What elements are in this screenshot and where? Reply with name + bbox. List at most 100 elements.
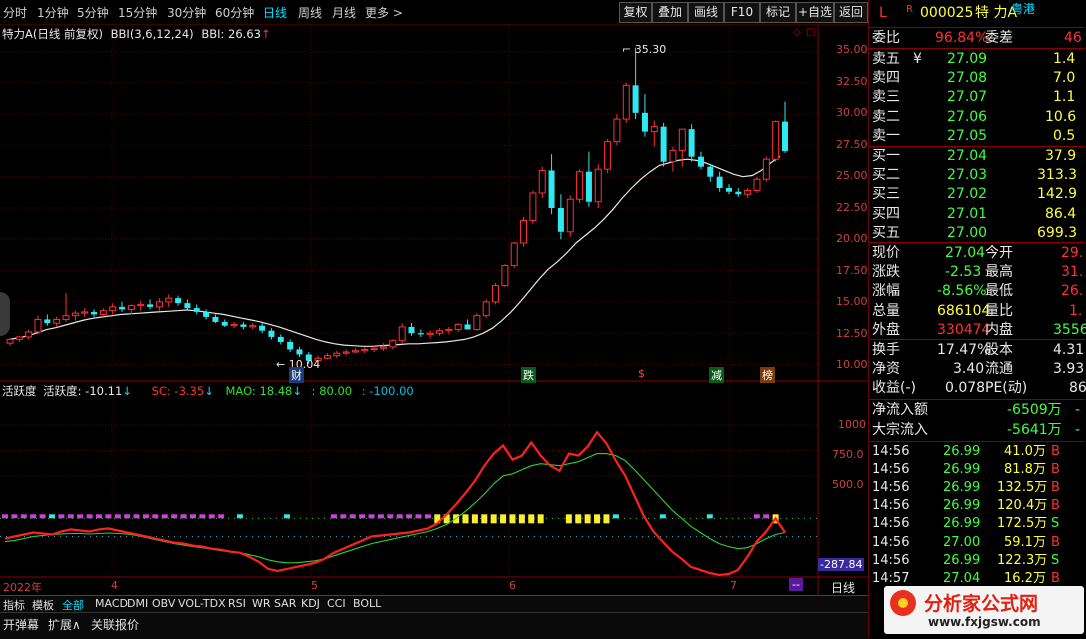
candle-body: [697, 156, 704, 167]
kline-chart[interactable]: [0, 25, 868, 595]
event-marker-dollar[interactable]: $: [638, 367, 645, 380]
sub-chart-title: 活跃度 活跃度: -10.11↓ SC: -3.35↓ MAO: 18.48↓ …: [2, 383, 414, 399]
price-tick: 15.00: [836, 295, 868, 308]
sc-value: SC: -3.35: [151, 384, 205, 398]
tab-cci[interactable]: CCI: [327, 597, 346, 610]
trade-volume: 59.1万: [1004, 534, 1046, 550]
trade-price: 26.99: [943, 480, 981, 496]
quote-value: 3556: [1053, 321, 1086, 338]
event-marker-list[interactable]: 榜: [760, 367, 775, 383]
candle-body: [99, 310, 107, 315]
chart-close-icon[interactable]: □: [806, 27, 815, 38]
trade-volume: 122.3万: [997, 552, 1048, 568]
ask-price: 27.09: [947, 51, 988, 67]
trade-side: B: [1051, 534, 1060, 550]
period-tab-monthly[interactable]: 月线: [332, 4, 356, 21]
trade-row: 14:56 26.99 172.5万 S: [869, 515, 1085, 533]
bid-volume: 699.3: [1037, 224, 1078, 241]
activity-bar: [208, 514, 215, 519]
trade-row: 14:56 26.99 81.8万 B: [869, 461, 1085, 479]
activity-bar: [387, 514, 394, 519]
tab-wr[interactable]: WR: [252, 597, 271, 610]
event-marker-drop[interactable]: 跌: [521, 367, 536, 383]
candle-body: [221, 321, 228, 326]
tab-template[interactable]: 模板: [32, 597, 54, 613]
ask-label: 卖三: [872, 89, 900, 106]
period-tab-daily[interactable]: 日线: [263, 4, 287, 21]
add-watchlist-button[interactable]: +自选: [796, 2, 834, 23]
trade-time: 14:56: [872, 552, 910, 568]
activity-bar: [340, 514, 347, 519]
candle-body: [323, 355, 331, 359]
tab-macd[interactable]: MACD: [95, 597, 128, 610]
scroll-end-marker[interactable]: --: [789, 578, 803, 591]
period-tab-60min[interactable]: 60分钟: [215, 4, 254, 21]
candle-body: [175, 298, 182, 304]
price-tick: 27.50: [836, 138, 868, 151]
activity-line: [4, 430, 786, 577]
trade-price: 26.99: [943, 498, 981, 514]
bid-volume: 86.4: [1045, 205, 1077, 222]
candle-body: [622, 84, 630, 120]
price-tick: 30.00: [836, 106, 868, 119]
tab-indicator[interactable]: 指标: [3, 597, 25, 613]
candle-body: [277, 336, 284, 342]
tab-dmi[interactable]: DMI: [127, 597, 148, 610]
flow-tail: -: [1075, 402, 1081, 418]
activity-tick: 1000: [838, 418, 866, 431]
activity-bar: [114, 514, 121, 519]
period-tab-1min[interactable]: 1分钟: [37, 4, 69, 21]
candle-body: [641, 112, 648, 132]
candle-body: [707, 166, 714, 177]
period-tab-weekly[interactable]: 周线: [298, 4, 322, 21]
tab-sar[interactable]: SAR: [274, 597, 296, 610]
expand-handle[interactable]: [0, 292, 10, 336]
trade-volume: 41.0万: [1004, 444, 1046, 459]
candle-body: [678, 128, 686, 151]
tab-kdj[interactable]: KDJ: [301, 597, 320, 610]
event-marker-finance[interactable]: 财: [289, 367, 304, 383]
back-button[interactable]: 返回: [834, 2, 868, 23]
f10-button[interactable]: F10: [724, 2, 760, 23]
event-marker-reduce[interactable]: 减: [709, 367, 724, 383]
activity-bar: [603, 514, 610, 524]
weibi-label: 委比: [872, 30, 900, 46]
danmaku-toggle[interactable]: 开弹幕: [3, 616, 39, 633]
period-tab-more[interactable]: 更多 >: [365, 4, 403, 21]
tab-vol-tdx[interactable]: VOL-TDX: [178, 597, 226, 610]
ask-volume: 0.5: [1053, 127, 1076, 144]
period-tab-15min[interactable]: 15分钟: [118, 4, 157, 21]
stock-header: L R 000025 特 力A 粤港: [869, 2, 1085, 26]
period-tab-5min[interactable]: 5分钟: [77, 4, 109, 21]
weicha-value: 46: [1064, 30, 1082, 46]
period-tab-intraday[interactable]: 分时: [3, 4, 27, 21]
candle-body: [669, 149, 677, 163]
adjust-button[interactable]: 复权: [619, 2, 652, 23]
candle-body: [604, 141, 612, 170]
divider: [869, 27, 1085, 28]
activity-bar: [509, 514, 516, 524]
tab-all[interactable]: 全部: [62, 597, 84, 613]
activity-bar: [659, 514, 666, 519]
quote-value: 26.: [1061, 283, 1084, 300]
period-tab-30min[interactable]: 30分钟: [167, 4, 206, 21]
activity-bar: [575, 514, 582, 524]
ask-label: 卖二: [872, 108, 900, 125]
activity-bar: [565, 514, 572, 524]
chart-options-icon[interactable]: ◇: [793, 27, 801, 38]
price-tick: 25.00: [836, 169, 868, 182]
tab-boll[interactable]: BOLL: [353, 597, 381, 610]
activity-value: 活跃度: -10.11: [43, 384, 123, 398]
mark-button[interactable]: 标记: [760, 2, 796, 23]
tab-obv[interactable]: OBV: [152, 597, 175, 610]
related-quotes-button[interactable]: 关联报价: [91, 616, 139, 633]
candle-body: [529, 192, 537, 222]
candle-body: [249, 325, 257, 328]
tab-rsi[interactable]: RSI: [228, 597, 246, 610]
expand-toggle[interactable]: 扩展∧: [48, 616, 81, 633]
candle-body: [398, 326, 406, 342]
candle-body: [119, 306, 126, 310]
draw-line-button[interactable]: 画线: [688, 2, 724, 23]
overlay-button[interactable]: 叠加: [652, 2, 688, 23]
candle-body: [203, 311, 210, 317]
